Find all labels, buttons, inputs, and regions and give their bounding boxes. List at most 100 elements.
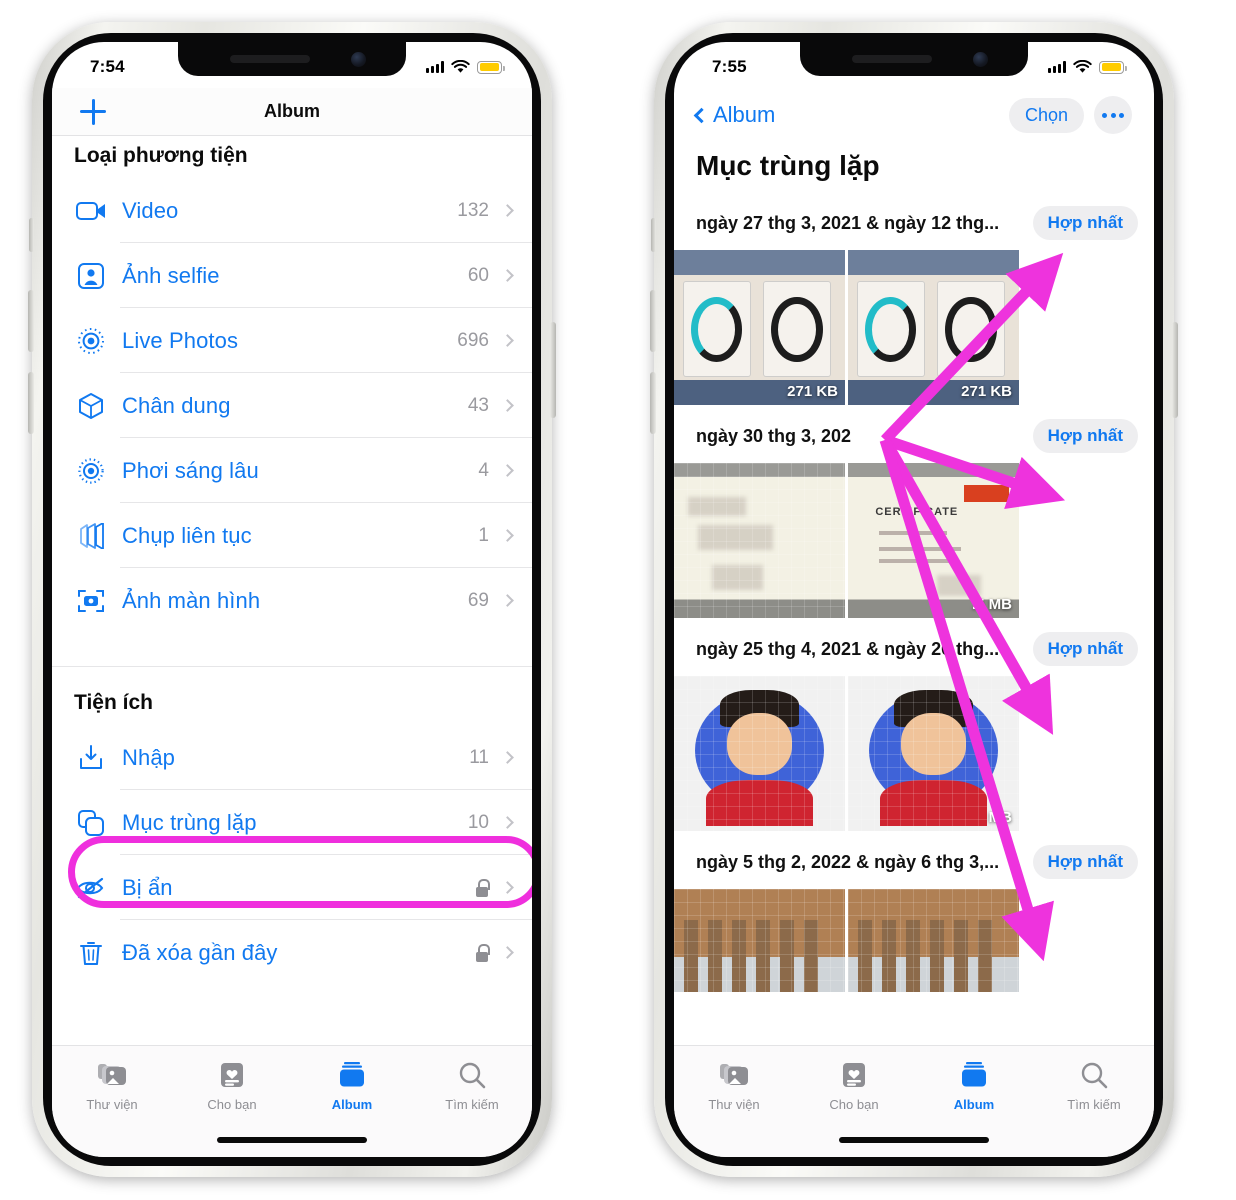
back-label: Album [713, 102, 776, 127]
duplicate-date: ngày 30 thg 3, 202 [696, 425, 852, 446]
chevron-left-icon [693, 107, 710, 123]
hidden-icon [74, 871, 108, 905]
row-label: Video [122, 197, 179, 223]
wifi-icon [1073, 60, 1092, 73]
tab-label: Thư viện [708, 1097, 760, 1112]
tab-search[interactable]: Tìm kiếm [412, 1060, 532, 1112]
tab-for-you[interactable]: Cho bạn [172, 1060, 292, 1112]
thumbnail-strip: MB [674, 676, 1154, 831]
sidebar-item-duplicates[interactable]: Mục trùng lặp 10 [52, 790, 532, 855]
right-tab-bar[interactable]: Thư viện Cho bạn Album Tìm kiếm [674, 1045, 1154, 1157]
battery-icon [477, 60, 505, 74]
power-button[interactable] [1172, 322, 1178, 418]
left-screen: 7:54 Album Loại phương tiện Video 132 Ản… [52, 42, 532, 1157]
duplicates-list[interactable]: ngày 27 thg 3, 2021 & ngày 12 thg... Hợp… [674, 196, 1154, 992]
chevron-right-icon [501, 816, 514, 829]
sidebar-item-portrait[interactable]: Chân dung 43 [52, 373, 532, 438]
chevron-right-icon [501, 594, 514, 607]
volume-down-button[interactable] [650, 372, 656, 434]
more-icon[interactable] [1094, 96, 1132, 134]
signal-bars-icon [426, 61, 444, 73]
photo-thumbnail[interactable]: MB [848, 676, 1019, 831]
sidebar-item-video[interactable]: Video 132 [52, 178, 532, 243]
merge-button[interactable]: Hợp nhất [1032, 845, 1138, 879]
tab-library[interactable]: Thư viện [52, 1060, 172, 1112]
search-icon [458, 1060, 486, 1090]
chevron-right-icon [501, 751, 514, 764]
tab-label: Tìm kiếm [1067, 1097, 1121, 1112]
status-indicators [1048, 60, 1127, 74]
tab-albums[interactable]: Album [914, 1060, 1034, 1112]
sidebar-item-long-exposure[interactable]: Phơi sáng lâu 4 [52, 438, 532, 503]
import-icon [74, 741, 108, 775]
duplicate-group-header: ngày 5 thg 2, 2022 & ngày 6 thg 3,... Hợ… [674, 835, 1154, 889]
row-count: 69 [467, 589, 489, 611]
row-count: 11 [469, 746, 489, 768]
front-camera-icon [973, 52, 988, 67]
row-label: Chụp liên tục [122, 522, 252, 548]
chevron-right-icon [501, 334, 514, 347]
row-label: Nhập [122, 744, 175, 770]
section-divider [52, 633, 532, 667]
screenshot-icon [74, 584, 108, 618]
chevron-right-icon [501, 529, 514, 542]
left-tab-bar[interactable]: Thư viện Cho bạn Album Tìm kiếm [52, 1045, 532, 1157]
photo-thumbnail[interactable] [674, 676, 845, 831]
power-button[interactable] [550, 322, 556, 418]
screenshot-stage: 7:54 Album Loại phương tiện Video 132 Ản… [0, 0, 1236, 1200]
sidebar-item-burst[interactable]: Chụp liên tục 1 [52, 503, 532, 568]
photo-thumbnail[interactable]: CERTIFICATE .5 MB [848, 463, 1019, 618]
wifi-icon [451, 60, 470, 73]
mute-switch[interactable] [651, 218, 656, 252]
home-indicator[interactable] [217, 1137, 367, 1143]
photo-thumbnail[interactable] [848, 889, 1019, 992]
photo-thumbnail[interactable]: 271 KB [674, 250, 845, 405]
earpiece-speaker [852, 55, 932, 63]
merge-button[interactable]: Hợp nhất [1032, 206, 1138, 240]
volume-up-button[interactable] [28, 290, 34, 352]
lock-icon [474, 878, 490, 897]
merge-button[interactable]: Hợp nhất [1032, 419, 1138, 453]
photo-thumbnail[interactable] [674, 889, 845, 992]
burst-icon [74, 519, 108, 553]
file-size-label: .5 MB [971, 596, 1012, 613]
thumbnail-strip: 271 KB 271 KB [674, 250, 1154, 405]
sidebar-item-selfies[interactable]: Ảnh selfie 60 [52, 243, 532, 308]
sidebar-item-hidden[interactable]: Bị ẩn [52, 855, 532, 920]
live-photos-icon [74, 324, 108, 358]
row-label: Bị ẩn [122, 874, 173, 900]
select-button[interactable]: Chọn [1008, 97, 1084, 133]
selfie-icon [74, 259, 108, 293]
back-to-album-button[interactable]: Album [693, 102, 776, 128]
duplicates-icon [74, 806, 108, 840]
sidebar-item-live-photos[interactable]: Live Photos 696 [52, 308, 532, 373]
duplicate-group: ngày 5 thg 2, 2022 & ngày 6 thg 3,... Hợ… [674, 835, 1154, 992]
duplicate-group: ngày 27 thg 3, 2021 & ngày 12 thg... Hợp… [674, 196, 1154, 405]
lock-icon [474, 943, 490, 962]
albums-list[interactable]: Loại phương tiện Video 132 Ảnh selfie 60… [52, 136, 532, 1040]
sidebar-item-recently-deleted[interactable]: Đã xóa gần đây [52, 920, 532, 985]
tab-library[interactable]: Thư viện [674, 1060, 794, 1112]
page-title: Album [264, 101, 320, 121]
tab-label: Tìm kiếm [445, 1097, 499, 1112]
foryou-icon [219, 1060, 245, 1090]
photo-thumbnail[interactable]: 271 KB [848, 250, 1019, 405]
merge-button[interactable]: Hợp nhất [1032, 632, 1138, 666]
portrait-icon [74, 389, 108, 423]
volume-down-button[interactable] [28, 372, 34, 434]
mute-switch[interactable] [29, 218, 34, 252]
tab-for-you[interactable]: Cho bạn [794, 1060, 914, 1112]
photo-thumbnail[interactable] [674, 463, 845, 618]
status-time: 7:55 [712, 57, 747, 76]
home-indicator[interactable] [839, 1137, 989, 1143]
sidebar-item-screenshots[interactable]: Ảnh màn hình 69 [52, 568, 532, 633]
notch [178, 42, 406, 76]
row-label: Live Photos [122, 327, 239, 353]
tab-search[interactable]: Tìm kiếm [1034, 1060, 1154, 1112]
duplicate-date: ngày 25 thg 4, 2021 & ngày 26 thg... [696, 638, 1000, 659]
notch [800, 42, 1028, 76]
volume-up-button[interactable] [650, 290, 656, 352]
tab-albums[interactable]: Album [292, 1060, 412, 1112]
sidebar-item-import[interactable]: Nhập 11 [52, 725, 532, 790]
add-album-button[interactable] [80, 98, 106, 125]
